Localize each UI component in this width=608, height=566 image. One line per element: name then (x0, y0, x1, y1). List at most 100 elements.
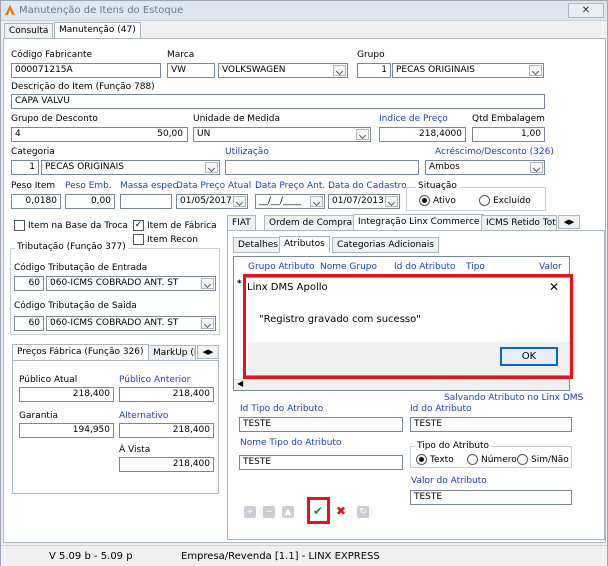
categoria-select[interactable]: PECAS ORIGINAIS (41, 160, 220, 175)
tab-scroll-arrows-right[interactable]: ◀▶ (558, 215, 580, 229)
texto-label: Texto (430, 455, 454, 465)
edit-icon[interactable]: ▲ (282, 506, 294, 518)
nome-tipo-label[interactable]: Nome Tipo do Atributo (240, 438, 341, 448)
item-fabrica-checkbox[interactable]: ✓ (133, 220, 144, 231)
grupo-desconto-input[interactable]: 4 50,00 (11, 127, 188, 142)
acrescimo-label[interactable]: Acréscimo/Desconto (326) (435, 147, 554, 157)
situacao-label: Situação (416, 181, 459, 191)
publico-anterior-label[interactable]: Público Anterior (119, 375, 190, 385)
categoria-code-input[interactable]: 1 (11, 160, 39, 175)
tab-consulta[interactable]: Consulta (4, 23, 54, 39)
tab-atributos[interactable]: Atributos (279, 236, 330, 253)
marca-code-input[interactable]: VW (167, 63, 215, 78)
grid-col-id-atributo[interactable]: Id do Atributo (394, 262, 456, 272)
grid-col-nome-grupo[interactable]: Nome Grupo (320, 262, 377, 272)
grid-horizontal-scrollbar[interactable] (234, 379, 569, 390)
codigo-fabricante-input[interactable]: 000071215A (11, 63, 161, 78)
avista-label: À Vista (119, 445, 151, 455)
trib-saida-code[interactable]: 60 (14, 316, 44, 331)
garantia-input[interactable]: 194,950 (19, 423, 114, 438)
post-check-icon[interactable]: ✔ (313, 504, 323, 518)
grid-col-tipo[interactable]: Tipo (466, 262, 485, 272)
data-cadastro-label[interactable]: Data do Cadastro (328, 181, 407, 191)
data-cadastro-input[interactable]: 01/07/2013 (328, 194, 400, 209)
unidade-select[interactable]: UN (193, 127, 371, 142)
chevron-down-icon[interactable] (205, 162, 218, 173)
scroll-left-icon[interactable]: ◀ (237, 379, 243, 388)
chevron-down-icon[interactable] (201, 278, 214, 289)
massa-espec-label[interactable]: Massa espec. (120, 181, 180, 191)
chevron-down-icon[interactable] (233, 196, 246, 207)
id-tipo-label[interactable]: Id Tipo do Atributo (240, 404, 323, 414)
tab-detalhes[interactable]: Detalhes (233, 237, 283, 253)
cancel-x-icon[interactable]: ✖ (336, 504, 346, 518)
ativo-radio[interactable] (419, 195, 430, 206)
tab-integracao-linx[interactable]: Integração Linx Commerce (353, 214, 485, 231)
data-preco-atual-label[interactable]: Data Preço Atual (176, 181, 251, 191)
tab-scroll-arrows[interactable]: ◀▶ (197, 345, 219, 359)
base-troca-label: Item na Base da Troca (28, 221, 128, 231)
numero-radio[interactable] (467, 454, 478, 465)
tab-precos-fabrica[interactable]: Preços Fábrica (Função 326) (12, 344, 149, 361)
qtd-embalagem-input[interactable]: 1,00 (472, 127, 545, 142)
utilizacao-label[interactable]: Utilização (225, 147, 269, 157)
publico-anterior-input[interactable]: 218,400 (119, 387, 214, 402)
data-preco-ant-label[interactable]: Data Preço Ant. (255, 181, 325, 191)
alternativo-label[interactable]: Alternativo (119, 411, 168, 421)
unidade-label: Unidade de Medida (193, 114, 280, 124)
descricao-input[interactable]: CAPA VALVU (11, 94, 545, 109)
peso-item-input[interactable]: 0,0180 (11, 194, 61, 209)
chevron-down-icon[interactable] (310, 196, 323, 207)
base-troca-checkbox[interactable] (14, 220, 25, 231)
publico-atual-input[interactable]: 218,400 (19, 387, 114, 402)
chevron-down-icon[interactable] (529, 65, 542, 76)
trib-entrada-select[interactable]: 060-ICMS COBRADO ANT. ST (46, 276, 216, 291)
tab-fiat[interactable]: FIAT (227, 215, 256, 231)
acrescimo-select[interactable]: Ambos (425, 160, 545, 175)
add-icon[interactable]: + (244, 506, 256, 518)
indice-preco-label[interactable]: Indice de Preço (379, 114, 448, 124)
avista-input[interactable]: 218,400 (119, 457, 214, 472)
delete-icon[interactable]: − (263, 506, 275, 518)
simnao-radio[interactable] (517, 454, 528, 465)
trib-entrada-code[interactable]: 60 (14, 276, 44, 291)
peso-emb-label[interactable]: Peso Emb. (65, 181, 112, 191)
valor-atributo-label[interactable]: Valor do Atributo (411, 476, 487, 486)
nome-tipo-input[interactable]: TESTE (239, 455, 403, 470)
peso-emb-input[interactable]: 0,00 (65, 194, 115, 209)
refresh-icon[interactable]: ↻ (357, 506, 369, 518)
tab-categorias-adicionais[interactable]: Categorias Adicionais (332, 237, 439, 253)
tab-manutencao[interactable]: Manutenção (47) (54, 22, 141, 39)
utilizacao-input[interactable] (225, 160, 419, 175)
chevron-down-icon[interactable] (530, 162, 543, 173)
tab-markup[interactable]: MarkUp (Fu (148, 345, 196, 361)
massa-espec-input[interactable] (120, 194, 172, 209)
data-preco-ant-value: __/__/____ (259, 196, 302, 206)
tab-ordem-compra[interactable]: Ordem de Compra (264, 215, 358, 231)
item-recon-checkbox[interactable] (133, 234, 144, 245)
grupo-code-input[interactable]: 1 (357, 63, 391, 78)
id-tipo-input[interactable]: TESTE (239, 417, 403, 432)
close-button[interactable]: ✕ (568, 3, 604, 18)
indice-preco-input[interactable]: 218,4000 (379, 127, 466, 142)
id-atributo-label[interactable]: Id do Atributo (410, 404, 472, 414)
texto-radio[interactable] (416, 454, 427, 465)
data-preco-atual-input[interactable]: 01/05/2017 (176, 194, 248, 209)
grid-new-row-marker: * (237, 279, 242, 289)
grid-col-grupo-atributo[interactable]: Grupo Atributo (248, 262, 315, 272)
id-atributo-input[interactable]: TESTE (410, 417, 572, 432)
chevron-down-icon[interactable] (201, 318, 214, 329)
marca-select[interactable]: VOLKSWAGEN (218, 63, 348, 78)
chevron-down-icon[interactable] (356, 129, 369, 140)
categoria-name: PECAS ORIGINAIS (45, 162, 125, 172)
chevron-down-icon[interactable] (385, 196, 398, 207)
alternativo-input[interactable]: 218,400 (119, 423, 214, 438)
excluido-radio[interactable] (479, 195, 490, 206)
trib-saida-select[interactable]: 060-ICMS COBRADO ANT. ST (46, 316, 216, 331)
valor-atributo-input[interactable]: TESTE (410, 490, 572, 505)
tab-icms-retido[interactable]: ICMS Retido Tot (481, 215, 557, 231)
chevron-down-icon[interactable] (333, 65, 346, 76)
data-preco-ant-input[interactable]: __/__/____ (255, 194, 325, 209)
grupo-select[interactable]: PECAS ORIGINAIS (392, 63, 544, 78)
grid-col-valor[interactable]: Valor (539, 262, 562, 272)
